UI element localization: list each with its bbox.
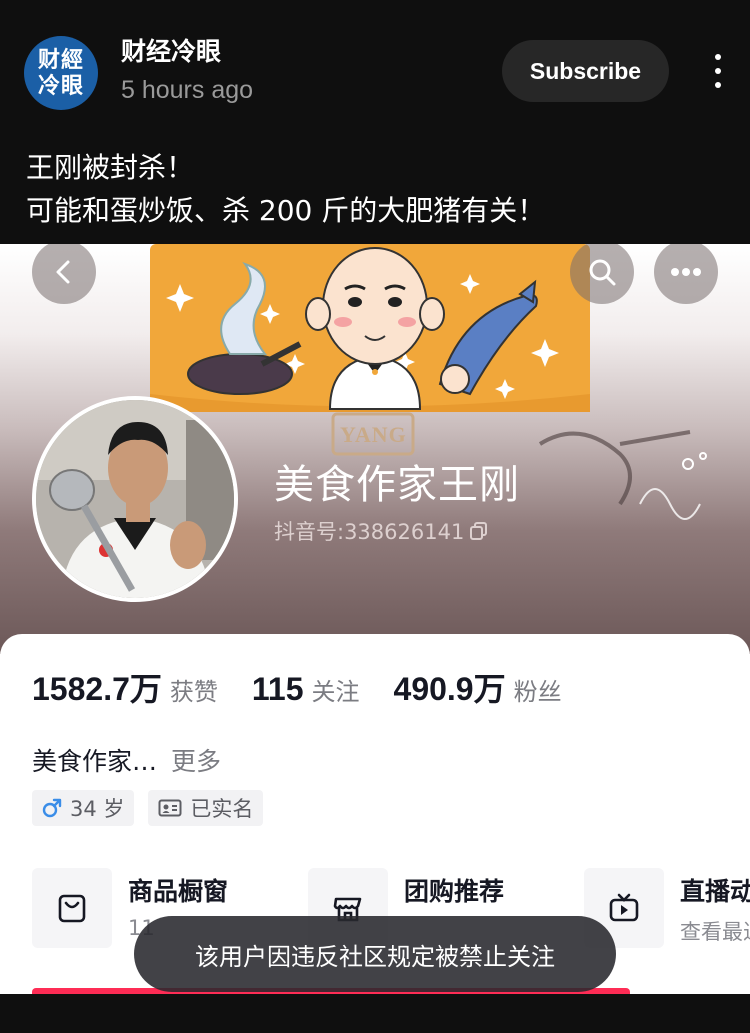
likes-label: 获赞 [169, 678, 218, 706]
channel-avatar-text-line1: 财經 [37, 47, 84, 73]
post-timestamp: 5 hours ago [121, 76, 254, 104]
chevron-left-icon [56, 260, 70, 284]
banner-sign-text: YANG [340, 422, 407, 447]
shortcut-title: 商品橱窗 [128, 877, 229, 906]
profile-screenshot: YANG 美食作家王刚 抖音号:338626141 1582.7万 获赞 115… [0, 244, 750, 994]
id-card-icon [158, 799, 182, 817]
channel-name[interactable]: 财经冷眼 [121, 32, 221, 68]
likes-count: 1582.7万 [32, 671, 162, 707]
shortcut-title: 直播动态 [680, 877, 750, 906]
post-text-line-1: 王刚被封杀！ [26, 151, 195, 184]
profile-name: 美食作家王刚 [274, 462, 520, 508]
bio-more-link[interactable]: 更多 [171, 747, 221, 776]
age-text: 34 岁 [70, 797, 125, 821]
search-icon [589, 259, 616, 286]
chef-photo [36, 400, 234, 598]
post-text: 王刚被封杀！ 可能和蛋炒饭、杀 200 斤的大肥猪有关！ [26, 146, 726, 232]
verified-tag: 已实名 [148, 790, 264, 826]
profile-bio: 美食作家… 更多 [32, 742, 221, 778]
more-options-icon[interactable] [704, 54, 732, 88]
followers-label[interactable]: 粉丝 [514, 672, 562, 707]
followers-count[interactable]: 490.9万 [394, 664, 506, 710]
profile-stats: 1582.7万 获赞 115 关注 490.9万 粉丝 [32, 664, 596, 710]
shortcut-icon-box [32, 868, 112, 948]
ban-notice-toast: 该用户因违反社区规定被禁止关注 [134, 916, 616, 992]
more-horizontal-icon [671, 268, 701, 276]
profile-banner: YANG 美食作家王刚 抖音号:338626141 [0, 244, 750, 654]
male-icon [42, 798, 62, 818]
profile-id-row: 抖音号:338626141 [274, 516, 488, 546]
verified-text: 已实名 [190, 797, 254, 821]
following-count[interactable]: 115 [252, 671, 304, 708]
profile-id: 抖音号:338626141 [274, 520, 465, 544]
shortcut-subtitle: 查看最近 [680, 920, 750, 944]
shopping-bag-icon [58, 894, 86, 923]
shortcut-title: 团购推荐 [404, 877, 505, 906]
age-tag: 34 岁 [32, 790, 135, 826]
bio-text: 美食作家… [32, 747, 158, 776]
copy-icon[interactable] [470, 522, 488, 540]
post-header: 财經 冷眼 财经冷眼 5 hours ago Subscribe [0, 0, 750, 125]
bottom-band [0, 994, 750, 1033]
channel-avatar-text-line2: 冷眼 [37, 73, 84, 99]
tv-play-icon [609, 893, 639, 922]
channel-avatar[interactable]: 财經 冷眼 [24, 36, 98, 110]
profile-tags: 34 岁 已实名 [32, 790, 264, 826]
subscribe-button[interactable]: Subscribe [502, 40, 669, 102]
following-label[interactable]: 关注 [312, 672, 360, 707]
post-text-line-2: 可能和蛋炒饭、杀 200 斤的大肥猪有关！ [26, 194, 546, 227]
profile-avatar[interactable] [32, 396, 238, 602]
